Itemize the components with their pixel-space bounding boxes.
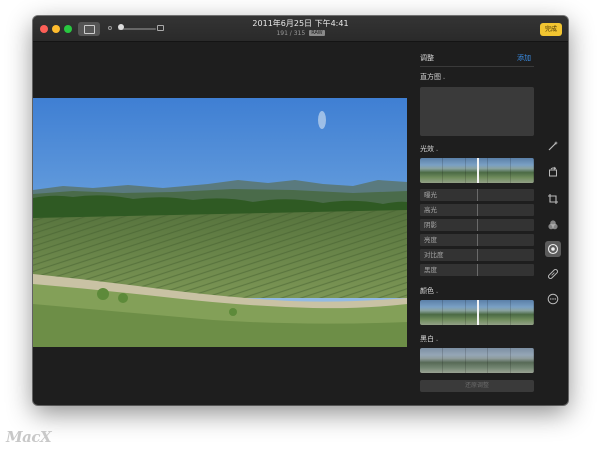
histogram-chart	[420, 87, 534, 136]
panel-divider	[420, 66, 534, 67]
exposure-slider[interactable]: 曝光	[420, 189, 534, 201]
chevron-down-icon: ⌄	[435, 147, 440, 153]
black-point-label: 黑度	[424, 266, 437, 274]
black-point-handle[interactable]	[477, 264, 478, 276]
histogram-section-header[interactable]: 直方图⌄	[420, 72, 446, 82]
done-button[interactable]: 完成	[540, 23, 562, 36]
exposure-handle[interactable]	[477, 189, 478, 201]
photo-counter: 191 / 315 RAW	[33, 30, 568, 38]
highlights-slider[interactable]: 高光	[420, 204, 534, 216]
color-section-header[interactable]: 颜色⌄	[420, 286, 439, 296]
chevron-down-icon: ⌄	[442, 75, 447, 81]
landscape-photo	[33, 98, 407, 347]
light-slider-handle[interactable]	[477, 158, 479, 183]
color-label: 颜色	[420, 287, 434, 295]
bw-slider-strip[interactable]	[420, 348, 534, 373]
crop-icon[interactable]	[545, 191, 561, 207]
more-icon[interactable]	[545, 291, 561, 307]
photo-index: 191 / 315	[276, 30, 306, 37]
adjust-icon[interactable]	[545, 241, 561, 257]
light-section-header[interactable]: 光效⌄	[420, 144, 439, 154]
highlights-handle[interactable]	[477, 204, 478, 216]
black-point-slider[interactable]: 黑度	[420, 264, 534, 276]
contrast-slider[interactable]: 对比度	[420, 249, 534, 261]
adjust-panel-title: 调整	[420, 54, 434, 62]
chevron-down-icon: ⌄	[435, 289, 440, 295]
watermark-logo: MacX	[6, 428, 52, 446]
histogram-label: 直方图	[420, 73, 441, 81]
shadows-handle[interactable]	[477, 219, 478, 231]
shadows-slider[interactable]: 阴影	[420, 219, 534, 231]
title-bar: 2011年6月25日 下午4:41 191 / 315 RAW 完成	[33, 16, 568, 42]
brightness-label: 亮度	[424, 236, 437, 244]
brightness-handle[interactable]	[477, 234, 478, 246]
bw-label: 黑白	[420, 335, 434, 343]
highlights-label: 高光	[424, 206, 437, 214]
retouch-icon[interactable]	[545, 266, 561, 282]
rotate-icon[interactable]	[545, 164, 561, 180]
reset-adjustments-button[interactable]: 还原调整	[420, 380, 534, 392]
contrast-handle[interactable]	[477, 249, 478, 261]
window-title: 2011年6月25日 下午4:41	[252, 19, 349, 28]
bw-section-header[interactable]: 黑白⌄	[420, 334, 439, 344]
add-adjustment-link[interactable]: 添加	[517, 53, 531, 63]
light-label: 光效	[420, 145, 434, 153]
photo-canvas[interactable]	[33, 98, 407, 347]
filters-icon[interactable]	[545, 217, 561, 233]
color-slider-handle[interactable]	[477, 300, 479, 325]
auto-enhance-icon[interactable]	[545, 138, 561, 154]
contrast-label: 对比度	[424, 251, 444, 259]
shadows-label: 阴影	[424, 221, 437, 229]
color-slider-strip[interactable]	[420, 300, 534, 325]
exposure-label: 曝光	[424, 191, 437, 199]
chevron-down-icon: ⌄	[435, 337, 440, 343]
photos-edit-window: 2011年6月25日 下午4:41 191 / 315 RAW 完成 调整 添加…	[33, 16, 568, 405]
light-slider-strip[interactable]	[420, 158, 534, 183]
raw-badge: RAW	[309, 30, 325, 36]
brightness-slider[interactable]: 亮度	[420, 234, 534, 246]
